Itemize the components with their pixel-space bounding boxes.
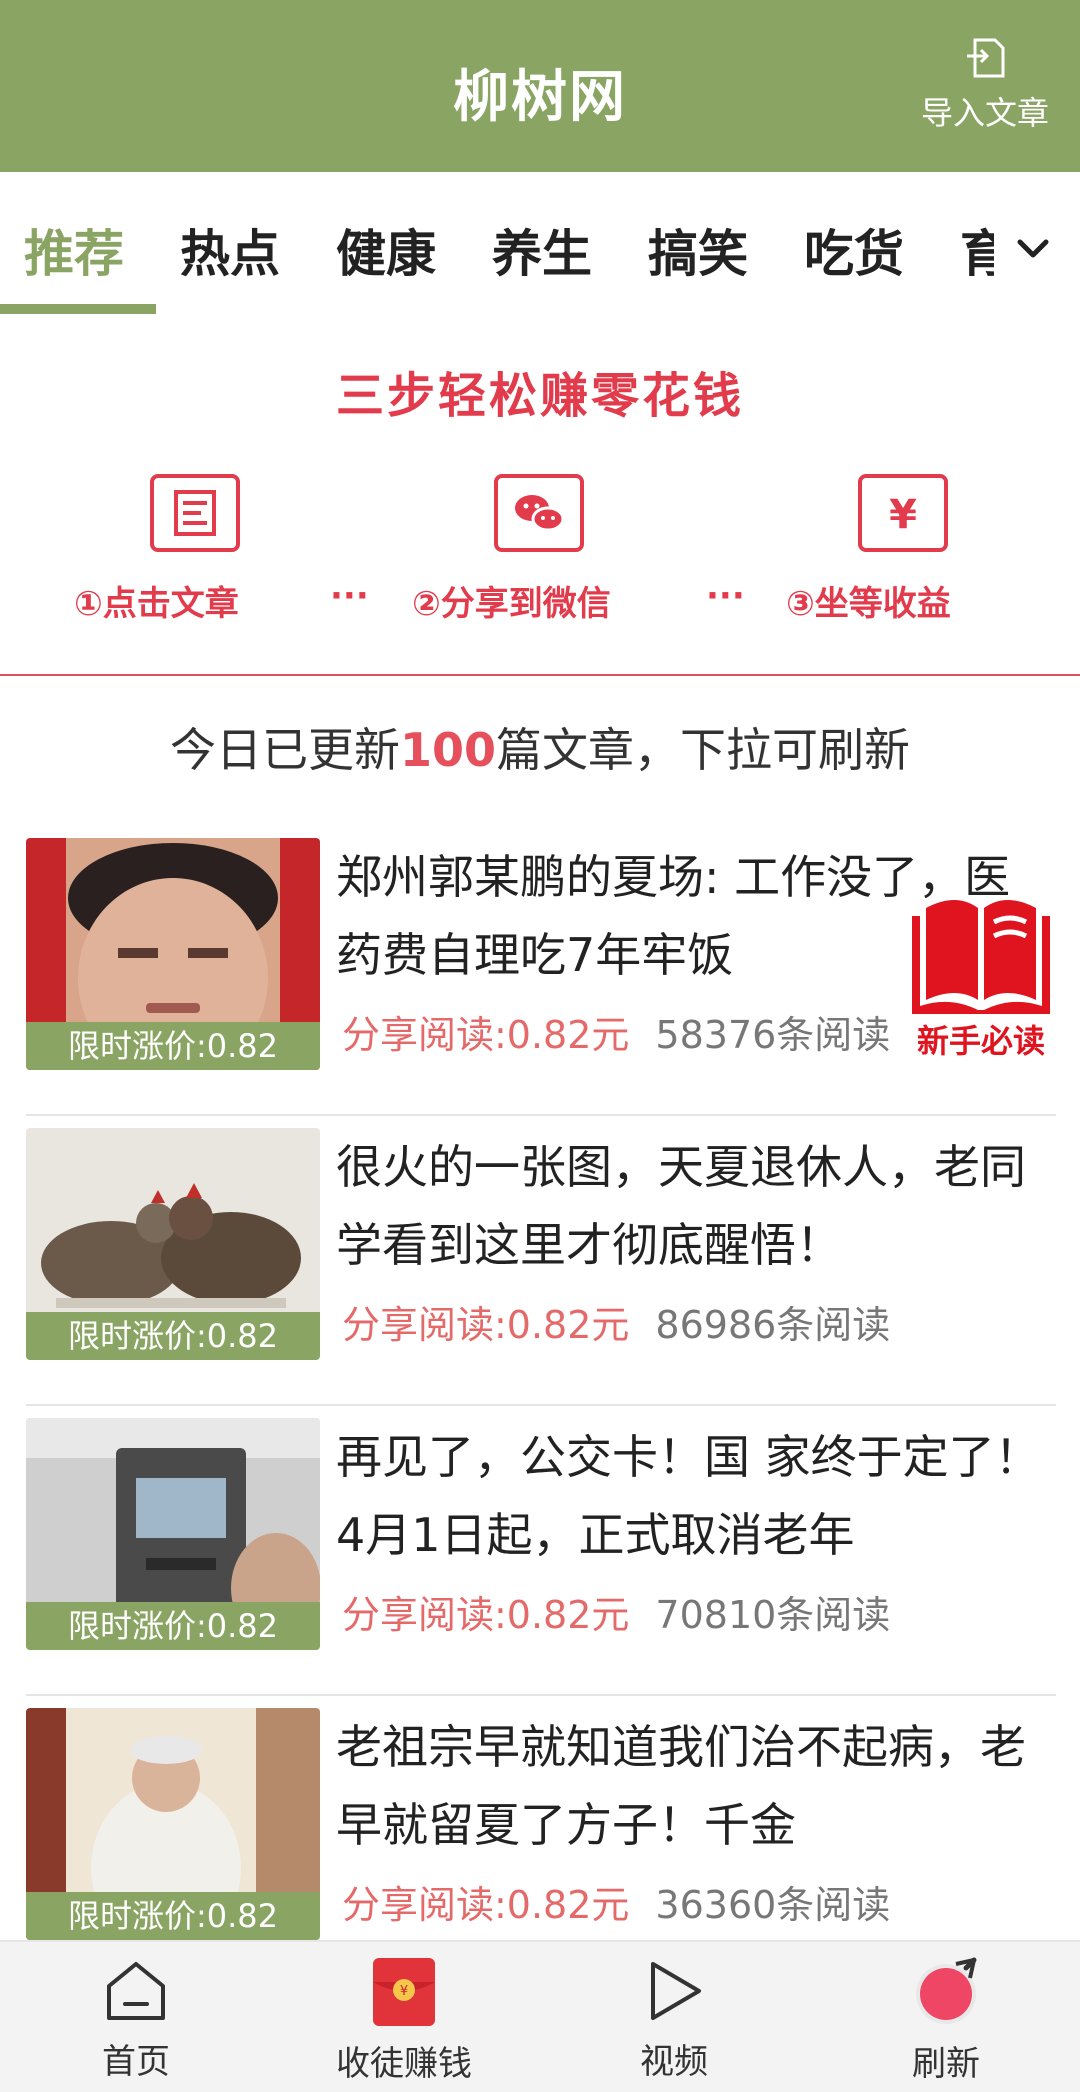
article-icon (150, 474, 240, 552)
svg-text:¥: ¥ (400, 1984, 408, 1999)
tab-wellness[interactable]: 养生 (492, 214, 592, 286)
tab-partial[interactable]: 育 (960, 214, 994, 284)
article-thumbnail: 限时涨价:0.82 (26, 1418, 320, 1650)
article-title[interactable]: 很火的一张图，天夏退休人，老同学看到这里才彻底醒悟！ (336, 1128, 1056, 1288)
nav-refresh[interactable]: 刷新 (846, 1956, 1046, 2085)
article-meta: 分享阅读:0.82元 70810条阅读 (342, 1584, 890, 1639)
price-badge: 限时涨价:0.82 (26, 1892, 320, 1940)
app-header: 柳树网 导入文章 (0, 0, 1080, 172)
step-2-label: ②分享到微信 (412, 584, 611, 624)
article-item[interactable]: 限时涨价:0.82 郑州郭某鹏的夏场: 工作没了，医药费自理吃7年牢饭 分享阅读… (26, 826, 1056, 1116)
read-count: 36360条阅读 (655, 1883, 891, 1927)
category-tabs: 推荐 热点 健康 养生 搞笑 吃货 育 (0, 172, 1080, 318)
price-badge: 限时涨价:0.82 (26, 1022, 320, 1070)
import-icon (967, 38, 1005, 78)
article-meta: 分享阅读:0.82元 86986条阅读 (342, 1294, 890, 1349)
tab-foodie[interactable]: 吃货 (804, 214, 904, 286)
update-prefix: 今日已更新 (169, 723, 400, 777)
article-meta: 分享阅读:0.82元 58376条阅读 (342, 1004, 890, 1059)
step-separator: ··· (330, 576, 369, 616)
home-icon (107, 1962, 165, 2020)
article-thumbnail: 限时涨价:0.82 (26, 1708, 320, 1940)
nav-home-label: 首页 (102, 2042, 170, 2082)
update-count: 100 (399, 723, 497, 777)
share-reward: 分享阅读:0.82元 (342, 1593, 630, 1637)
chevron-down-icon[interactable] (1008, 224, 1058, 274)
banner-title: 三步轻松赚零花钱 (335, 368, 744, 424)
book-icon (912, 900, 1050, 1014)
article-thumbnail: 限时涨价:0.82 (26, 838, 320, 1070)
share-reward: 分享阅读:0.82元 (342, 1883, 630, 1927)
red-envelope-icon: ¥ (373, 1958, 435, 2026)
tab-hot[interactable]: 热点 (180, 214, 280, 286)
step-3-label: ③坐等收益 (786, 584, 951, 624)
nav-home[interactable]: 首页 (36, 1956, 236, 2083)
article-item[interactable]: 限时涨价:0.82 很火的一张图，天夏退休人，老同学看到这里才彻底醒悟！ 分享阅… (26, 1116, 1056, 1406)
nav-refresh-label: 刷新 (912, 2044, 980, 2084)
step-1-label: ①点击文章 (74, 584, 239, 624)
wechat-icon (494, 474, 584, 552)
bottom-navigation: 首页 ¥ 收徒赚钱 视频 刷新 (0, 1940, 1080, 2092)
newbie-label: 新手必读 (916, 1022, 1045, 1060)
share-reward: 分享阅读:0.82元 (342, 1013, 630, 1057)
tab-health[interactable]: 健康 (336, 214, 436, 286)
tab-recommend[interactable]: 推荐 (24, 214, 124, 286)
newbie-guide-button[interactable]: 新手必读 (906, 888, 1056, 1060)
price-badge: 限时涨价:0.82 (26, 1312, 320, 1360)
article-title[interactable]: 老祖宗早就知道我们治不起病，老早就留夏了方子！千金 (336, 1708, 1056, 1868)
earn-steps-banner[interactable]: 三步轻松赚零花钱 ¥ ①点击文章 ··· ②分享到微信 ··· ③坐等收益 (0, 318, 1080, 676)
update-notice: 今日已更新100篇文章，下拉可刷新 (0, 714, 1080, 780)
tab-active-indicator (0, 304, 156, 314)
nav-video[interactable]: 视频 (574, 1956, 774, 2083)
tab-funny[interactable]: 搞笑 (648, 214, 748, 286)
nav-video-label: 视频 (640, 2042, 708, 2082)
article-thumbnail: 限时涨价:0.82 (26, 1128, 320, 1360)
yen-icon: ¥ (858, 474, 948, 552)
read-count: 86986条阅读 (655, 1303, 891, 1347)
import-label: 导入文章 (920, 94, 1049, 132)
article-meta: 分享阅读:0.82元 36360条阅读 (342, 1874, 890, 1929)
refresh-icon (916, 1957, 977, 2024)
nav-earn-label: 收徒赚钱 (336, 2044, 472, 2084)
play-icon (651, 1962, 701, 2020)
yen-symbol: ¥ (889, 492, 917, 538)
step-separator: ··· (706, 576, 745, 616)
share-reward: 分享阅读:0.82元 (342, 1303, 630, 1347)
price-badge: 限时涨价:0.82 (26, 1602, 320, 1650)
article-title[interactable]: 再见了，公交卡！国 家终于定了！4月1日起，正式取消老年 (336, 1418, 1056, 1578)
update-suffix: 篇文章，下拉可刷新 (496, 723, 911, 777)
article-item[interactable]: 限时涨价:0.82 再见了，公交卡！国 家终于定了！4月1日起，正式取消老年 分… (26, 1406, 1056, 1696)
nav-earn[interactable]: ¥ 收徒赚钱 (304, 1956, 504, 2085)
import-article-button[interactable]: 导入文章 (910, 34, 1060, 144)
read-count: 70810条阅读 (655, 1593, 891, 1637)
read-count: 58376条阅读 (655, 1013, 891, 1057)
